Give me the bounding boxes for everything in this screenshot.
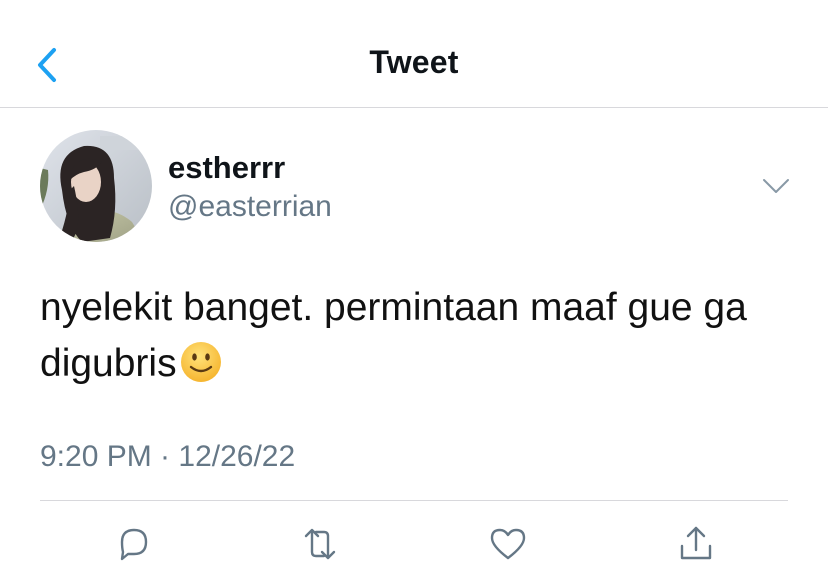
tweet-text: nyelekit banget. permintaan maaf gue ga … <box>40 280 800 392</box>
chevron-down-icon[interactable] <box>760 174 792 198</box>
author-handle[interactable]: @easterrian <box>168 190 332 224</box>
divider <box>40 500 788 501</box>
slightly-smiling-face-icon <box>180 342 221 382</box>
heart-icon[interactable] <box>486 522 530 566</box>
author-name[interactable]: estherrr <box>168 150 285 186</box>
speech-bubble-icon[interactable] <box>112 522 156 566</box>
profile-photo <box>40 130 152 242</box>
retweet-arrows-icon[interactable] <box>298 522 342 566</box>
share-upload-icon[interactable] <box>674 522 718 566</box>
top-navigation-bar: Tweet <box>0 0 828 108</box>
page-title: Tweet <box>369 44 459 80</box>
tweet-body: nyelekit banget. permintaan maaf gue ga … <box>40 286 747 385</box>
tweet-timestamp: 9:20 PM · 12/26/22 <box>40 440 296 473</box>
avatar[interactable] <box>40 130 152 242</box>
